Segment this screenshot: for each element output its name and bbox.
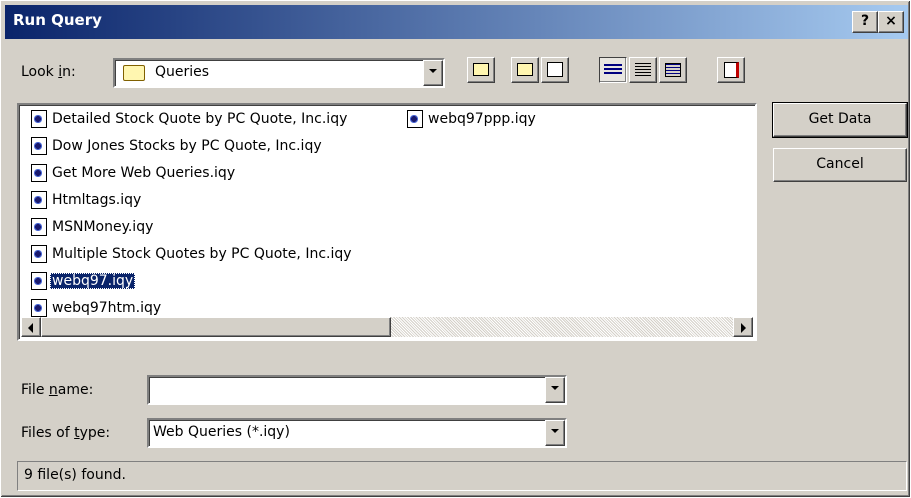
commands-button[interactable] [717,57,745,83]
search-web-button[interactable] [511,57,539,83]
folder-icon [123,65,145,81]
list-item[interactable]: webq97htm.iqy [31,298,163,318]
web-query-file-icon [31,137,47,155]
list-view-icon [604,64,622,76]
files-of-type-combobox[interactable]: Web Queries (*.iqy) [147,418,567,448]
title-bar: Run Query ? × [5,5,908,39]
chevron-down-icon [551,429,559,433]
web-query-file-icon [31,299,47,317]
scroll-right-button[interactable] [733,317,753,337]
details-view-button[interactable] [629,57,657,83]
new-folder-icon [517,63,533,76]
chevron-down-icon [551,386,559,390]
web-query-file-icon [31,164,47,182]
properties-view-icon [665,63,681,77]
list-item-selected[interactable]: webq97.iqy [31,271,136,291]
up-folder-icon [473,63,489,76]
look-in-value: Queries [155,64,210,80]
cancel-button[interactable]: Cancel [773,148,907,182]
list-item[interactable]: Multiple Stock Quotes by PC Quote, Inc.i… [31,244,354,264]
list-item[interactable]: MSNMoney.iqy [31,217,155,237]
list-item[interactable]: webq97ppp.iqy [407,109,538,129]
file-name-combobox[interactable] [147,375,567,405]
list-item[interactable]: Dow Jones Stocks by PC Quote, Inc.iqy [31,136,324,156]
help-button[interactable]: ? [852,11,878,33]
commands-icon [723,62,739,78]
list-item[interactable]: Detailed Stock Quote by PC Quote, Inc.iq… [31,109,349,129]
files-of-type-dropdown-button[interactable] [545,420,565,446]
status-bar: 9 file(s) found. [17,461,907,491]
files-of-type-label: Files of type: [21,425,111,441]
horizontal-scrollbar[interactable] [21,317,753,337]
get-data-button[interactable]: Get Data [772,102,908,138]
properties-view-button[interactable] [659,57,687,83]
arrow-right-icon [741,323,746,333]
scrollbar-thumb[interactable] [41,317,391,337]
run-query-dialog: Run Query ? × Look in: Queries Detailed … [0,0,911,498]
dialog-title: Run Query [13,11,102,29]
file-name-label: File name: [21,382,94,398]
file-list[interactable]: Detailed Stock Quote by PC Quote, Inc.iq… [17,103,757,341]
look-in-combobox[interactable]: Queries [113,58,445,88]
file-name-dropdown-button[interactable] [545,377,565,403]
list-item[interactable]: Htmltags.iqy [31,190,143,210]
files-of-type-value: Web Queries (*.iqy) [153,424,290,440]
look-in-label: Look in: [21,64,76,80]
details-view-icon [635,63,651,77]
web-query-file-icon [31,272,47,290]
close-button[interactable]: × [878,11,904,33]
list-item[interactable]: Get More Web Queries.iqy [31,163,237,183]
web-query-file-icon [31,218,47,236]
arrow-left-icon [28,323,33,333]
look-in-dropdown-button[interactable] [423,60,443,86]
web-query-file-icon [31,110,47,128]
up-one-level-button[interactable] [467,57,495,83]
scroll-left-button[interactable] [21,317,41,337]
create-folder-icon [547,62,563,77]
list-view-button[interactable] [599,57,627,83]
web-query-file-icon [31,191,47,209]
web-query-file-icon [31,245,47,263]
chevron-down-icon [429,69,437,73]
web-query-file-icon [407,110,423,128]
create-new-folder-button[interactable] [541,57,569,83]
